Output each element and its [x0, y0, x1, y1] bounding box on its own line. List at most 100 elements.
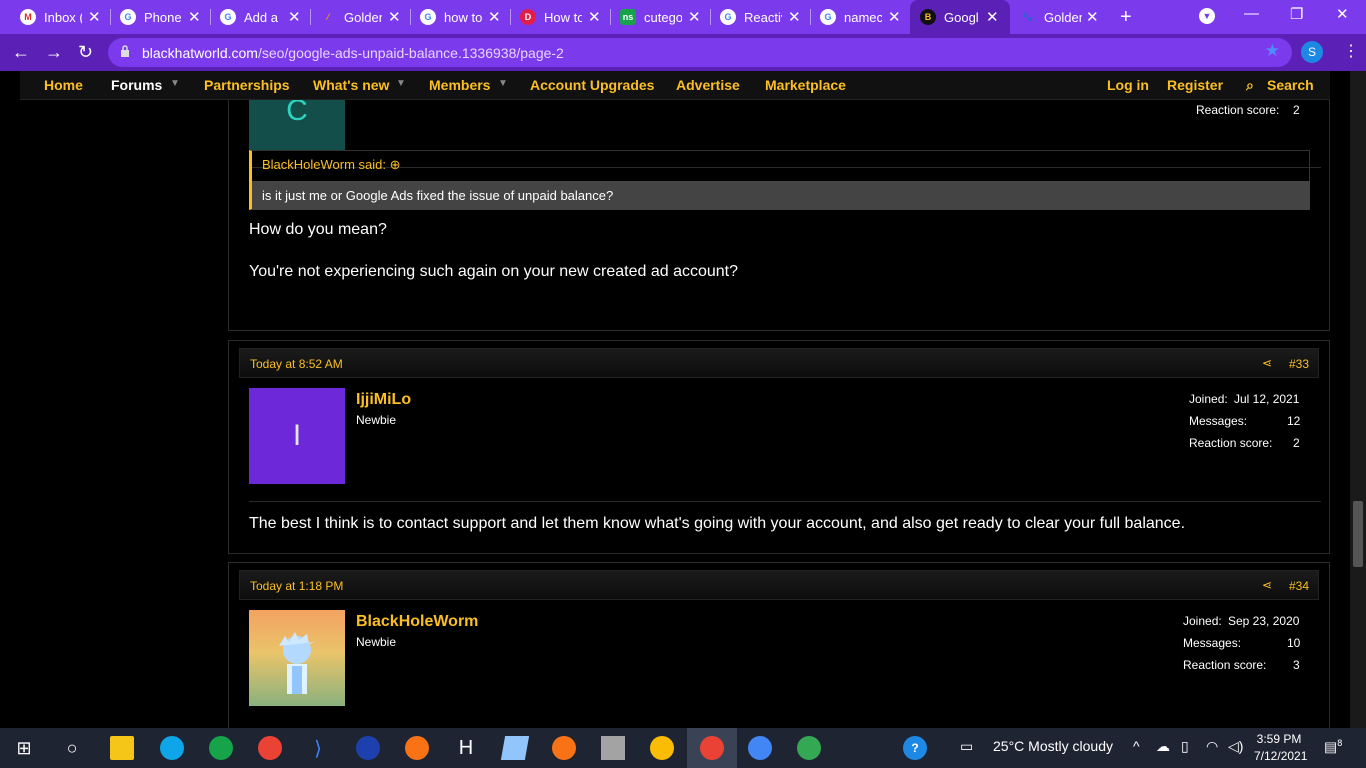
address-bar[interactable]: blackhatworld.com/seo/google-ads-unpaid-…: [108, 38, 1292, 67]
username[interactable]: IjjiMiLo: [356, 391, 411, 409]
close-tab-icon[interactable]: ✕: [788, 8, 801, 26]
tab-reactiv[interactable]: G Reactiv ✕: [720, 0, 810, 34]
tab-add[interactable]: G Add a ✕: [220, 0, 310, 34]
messages-label: Messages:: [1189, 414, 1248, 428]
notification-icon[interactable]: ▤8: [1324, 738, 1342, 756]
nav-home[interactable]: Home: [44, 77, 83, 93]
search-circle-icon[interactable]: ○: [60, 736, 84, 760]
nav-marketplace[interactable]: Marketplace: [765, 77, 846, 93]
wifi-icon[interactable]: ◠: [1206, 738, 1218, 755]
close-window-icon[interactable]: ✕: [1336, 5, 1349, 23]
close-tab-icon[interactable]: ✕: [588, 8, 601, 26]
new-tab-icon[interactable]: +: [1120, 6, 1132, 29]
post-number[interactable]: #34: [1289, 579, 1309, 593]
weather-icon[interactable]: ▭: [960, 738, 973, 755]
chevron-down-icon[interactable]: ▼: [396, 78, 406, 89]
page-scrollbar[interactable]: [1350, 71, 1366, 728]
volume-icon[interactable]: ◁): [1228, 738, 1243, 755]
quote-author[interactable]: BlackHoleWorm said: ⊕: [262, 157, 401, 173]
nav-partnerships[interactable]: Partnerships: [204, 77, 290, 93]
help-icon[interactable]: ?: [903, 736, 927, 760]
tab-gmail[interactable]: M Inbox ( ✕: [20, 0, 110, 34]
reload-icon[interactable]: ↻: [78, 42, 93, 63]
post-date[interactable]: Today at 8:52 AM: [250, 357, 343, 371]
chrome-profile-icon[interactable]: [209, 736, 233, 760]
forward-icon[interactable]: →: [45, 42, 63, 63]
nav-members[interactable]: Members: [429, 77, 490, 93]
tab-how-to-1[interactable]: G how to ✕: [420, 0, 510, 34]
scrollbar-thumb[interactable]: [1353, 501, 1363, 567]
chrome-active-icon[interactable]: [687, 728, 737, 768]
app-icon[interactable]: H: [454, 736, 478, 760]
app-icon[interactable]: [601, 736, 625, 760]
close-tab-icon[interactable]: ✕: [88, 8, 101, 26]
maximize-icon[interactable]: ❐: [1290, 5, 1303, 23]
app-icon[interactable]: [356, 736, 380, 760]
chrome-menu-icon[interactable]: ⋮: [1343, 41, 1359, 61]
register-link[interactable]: Register: [1167, 77, 1223, 93]
messages-label: Messages:: [1183, 636, 1242, 650]
chrome-profile-icon[interactable]: [748, 736, 772, 760]
vscode-icon[interactable]: ⟩: [306, 736, 330, 760]
close-tab-icon[interactable]: ✕: [488, 8, 501, 26]
chrome-icon[interactable]: [650, 736, 674, 760]
close-tab-icon[interactable]: ✕: [388, 8, 401, 26]
tab-search-icon[interactable]: ▼: [1199, 8, 1215, 24]
close-tab-icon[interactable]: ✕: [888, 8, 901, 26]
tab-how-to-2[interactable]: D How to ✕: [520, 0, 610, 34]
post-number[interactable]: #33: [1289, 357, 1309, 371]
rick-avatar-image: [279, 632, 315, 694]
post-previous: C Reaction score: 2 BlackHoleWorm said: …: [228, 100, 1330, 331]
close-tab-icon[interactable]: ✕: [986, 8, 999, 26]
edge-icon[interactable]: [160, 736, 184, 760]
reaction-score-label: Reaction score:: [1196, 103, 1280, 117]
windows-start-icon[interactable]: ⊞: [12, 736, 36, 760]
avatar[interactable]: I: [249, 388, 345, 484]
minimize-icon[interactable]: —: [1244, 5, 1259, 22]
chevron-down-icon[interactable]: ▼: [170, 78, 180, 89]
close-tab-icon[interactable]: ✕: [1086, 8, 1099, 26]
username[interactable]: BlackHoleWorm: [356, 613, 478, 631]
tab-golden-2[interactable]: 🐾 Golden ✕: [1020, 0, 1110, 34]
bookmark-star-icon[interactable]: ★: [1265, 41, 1280, 61]
profile-avatar[interactable]: S: [1301, 41, 1323, 63]
weather-text[interactable]: 25°C Mostly cloudy: [993, 738, 1113, 754]
avatar[interactable]: C: [249, 100, 345, 151]
chevron-down-icon[interactable]: ▼: [498, 78, 508, 89]
nav-forums[interactable]: Forums: [111, 77, 162, 93]
close-tab-icon[interactable]: ✕: [688, 8, 701, 26]
reaction-score-value: 2: [1293, 103, 1300, 117]
google-icon: G: [120, 9, 136, 25]
app-icon[interactable]: [405, 736, 429, 760]
quote-block: BlackHoleWorm said: ⊕ is it just me or G…: [249, 150, 1310, 210]
share-icon[interactable]: ⋖: [1262, 356, 1272, 370]
nav-account-upgrades[interactable]: Account Upgrades: [530, 77, 654, 93]
close-tab-icon[interactable]: ✕: [288, 8, 301, 26]
tab-namec[interactable]: G namec ✕: [820, 0, 910, 34]
firefox-icon[interactable]: [552, 736, 576, 760]
chevron-up-icon[interactable]: ^: [1133, 738, 1140, 754]
cloud-icon[interactable]: ☁: [1156, 738, 1170, 755]
app-icon[interactable]: [500, 736, 530, 760]
chrome-profile-icon[interactable]: [797, 736, 821, 760]
share-icon[interactable]: ⋖: [1262, 578, 1272, 592]
search-icon[interactable]: ⌕: [1246, 77, 1254, 94]
post-text-line: You're not experiencing such again on yo…: [249, 263, 739, 280]
close-tab-icon[interactable]: ✕: [188, 8, 201, 26]
back-icon[interactable]: ←: [12, 42, 30, 63]
post-date[interactable]: Today at 1:18 PM: [250, 579, 343, 593]
avatar[interactable]: [249, 610, 345, 706]
battery-icon[interactable]: ▯: [1181, 738, 1189, 755]
namesilo-icon: ns: [620, 9, 636, 25]
chrome-profile-icon[interactable]: [258, 736, 282, 760]
tab-golden-1[interactable]: ⁄ Golden ✕: [320, 0, 410, 34]
file-explorer-icon[interactable]: [110, 736, 134, 760]
login-link[interactable]: Log in: [1107, 77, 1149, 93]
nav-whats-new[interactable]: What's new: [313, 77, 389, 93]
tab-google-active[interactable]: B Googl ✕: [910, 0, 1010, 34]
tab-phone[interactable]: G Phone ✕: [120, 0, 210, 34]
tab-cutego[interactable]: ns cutego ✕: [620, 0, 710, 34]
system-clock[interactable]: 3:59 PM 7/12/2021: [1254, 731, 1307, 765]
nav-advertise[interactable]: Advertise: [676, 77, 740, 93]
search-link[interactable]: Search: [1267, 77, 1314, 93]
